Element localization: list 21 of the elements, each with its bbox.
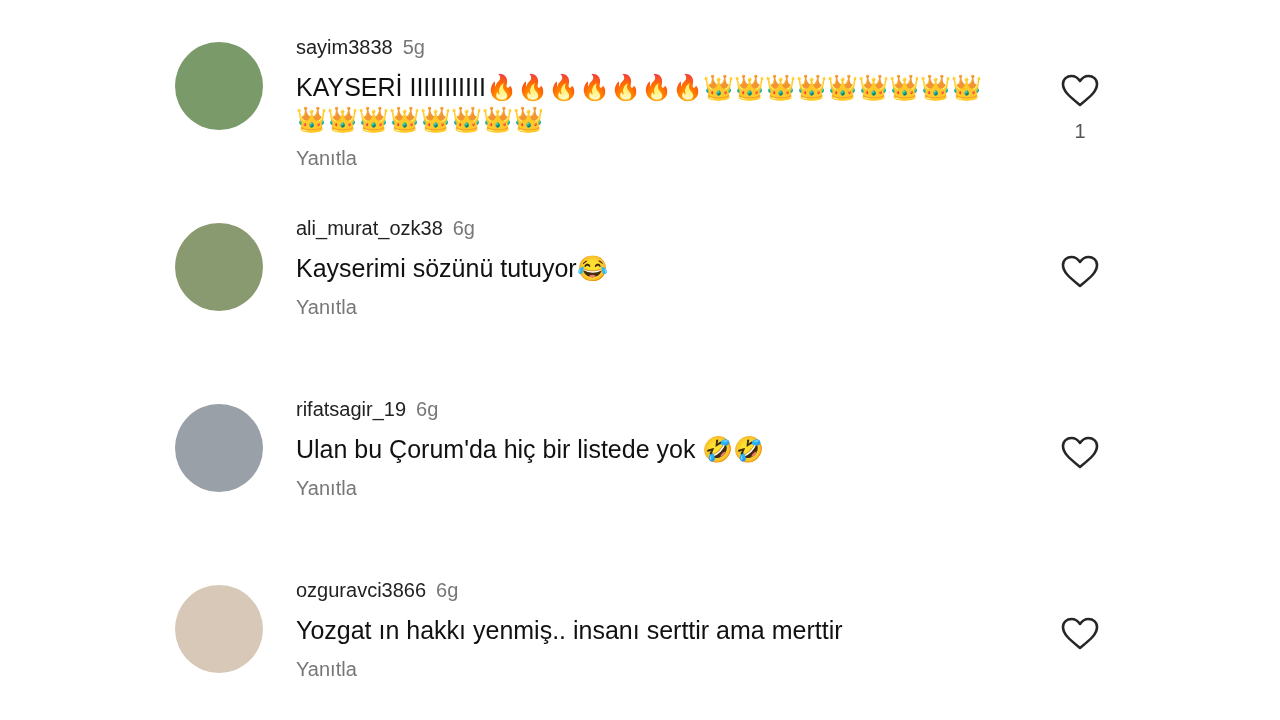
- username[interactable]: ozguravci3866: [296, 579, 427, 602]
- heart-icon[interactable]: [1061, 74, 1099, 108]
- comment-time: 6g: [452, 217, 475, 240]
- heart-icon[interactable]: [1061, 255, 1099, 289]
- reply-link[interactable]: Yanıtla: [296, 658, 357, 681]
- comment-time: 5g: [402, 36, 425, 59]
- heart-icon[interactable]: [1061, 617, 1099, 651]
- comment-text: Ulan bu Çorum'da hiç bir listede yok 🤣🤣: [296, 434, 766, 465]
- like-count: 1: [1074, 120, 1086, 143]
- reply-link[interactable]: Yanıtla: [296, 147, 357, 170]
- comment-text: Kayserimi sözünü tutuyor😂: [296, 253, 609, 284]
- username[interactable]: rifatsagir_19: [296, 398, 407, 421]
- reply-link[interactable]: Yanıtla: [296, 477, 357, 500]
- comment-text: KAYSERİ IIIIIIIIIII🔥🔥🔥🔥🔥🔥🔥👑👑👑👑👑👑👑👑👑👑👑👑👑👑👑👑👑: [296, 72, 983, 135]
- heart-icon[interactable]: [1061, 436, 1099, 470]
- reply-link[interactable]: Yanıtla: [296, 296, 357, 319]
- comment-time: 6g: [436, 579, 459, 602]
- comment-time: 6g: [416, 398, 439, 421]
- comment-text: Yozgat ın hakkı yenmiş.. insanı serttir ama merttir: [296, 615, 844, 646]
- username[interactable]: sayim3838: [296, 36, 393, 59]
- username[interactable]: ali_murat_ozk38: [296, 217, 443, 240]
